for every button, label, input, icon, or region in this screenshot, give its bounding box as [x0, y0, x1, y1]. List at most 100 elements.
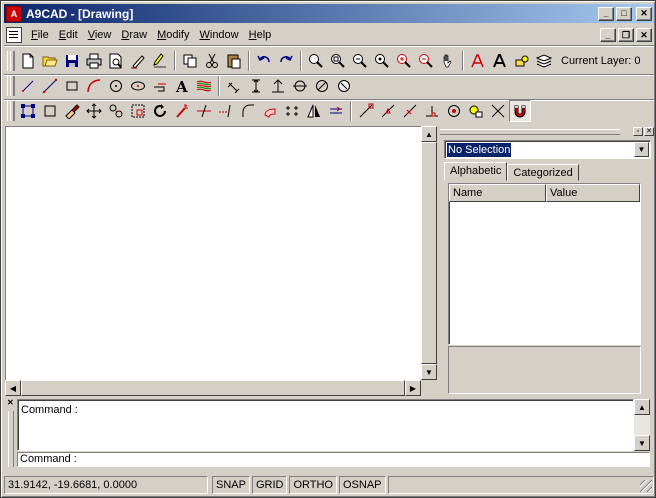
- offset-icon[interactable]: [259, 100, 281, 122]
- rectangle-icon[interactable]: [61, 75, 83, 97]
- hatch-icon[interactable]: [193, 75, 215, 97]
- array-icon[interactable]: [281, 100, 303, 122]
- select-icon[interactable]: [17, 100, 39, 122]
- zoom-out-icon[interactable]: [415, 50, 437, 72]
- snap-toggle[interactable]: SNAP: [212, 476, 250, 494]
- scroll-down-button[interactable]: ▼: [634, 435, 650, 451]
- snap-insert-icon[interactable]: [465, 100, 487, 122]
- dim-leader-icon[interactable]: [333, 75, 355, 97]
- scroll-left-button[interactable]: ◀: [5, 380, 21, 396]
- toolbar-grip[interactable]: [7, 76, 15, 96]
- zoom-extents-icon[interactable]: [371, 50, 393, 72]
- new-file-icon[interactable]: [17, 50, 39, 72]
- point-icon[interactable]: [17, 75, 39, 97]
- chevron-down-icon[interactable]: ▼: [634, 142, 649, 157]
- snap-perpendicular-icon[interactable]: [421, 100, 443, 122]
- menu-file[interactable]: File: [26, 29, 54, 41]
- snap-center-icon[interactable]: [443, 100, 465, 122]
- tab-categorized[interactable]: Categorized: [507, 164, 579, 181]
- close-icon[interactable]: ✕: [7, 399, 14, 407]
- layer-state-icon[interactable]: [511, 50, 533, 72]
- text-style-icon[interactable]: [467, 50, 489, 72]
- print-icon[interactable]: [83, 50, 105, 72]
- osnap-toggle[interactable]: OSNAP: [339, 476, 386, 494]
- command-history[interactable]: Command :: [17, 399, 634, 451]
- drawing-canvas[interactable]: [5, 126, 421, 380]
- selection-dropdown[interactable]: No Selection ▼: [444, 140, 651, 159]
- zoom-previous-icon[interactable]: [349, 50, 371, 72]
- mirror-icon[interactable]: [303, 100, 325, 122]
- undo-icon[interactable]: [253, 50, 275, 72]
- panel-close-button[interactable]: ✕: [644, 127, 654, 136]
- scroll-up-button[interactable]: ▲: [421, 126, 437, 142]
- toolbar-grip[interactable]: [7, 51, 15, 71]
- toolbar-grip[interactable]: [7, 101, 15, 121]
- pan-hand-icon[interactable]: [437, 50, 459, 72]
- dim-diameter-icon[interactable]: [311, 75, 333, 97]
- paste-icon[interactable]: [223, 50, 245, 72]
- scroll-up-button[interactable]: ▲: [634, 399, 650, 415]
- command-input[interactable]: Command :: [17, 452, 650, 467]
- doc-close-button[interactable]: ✕: [636, 28, 652, 42]
- circle-icon[interactable]: [105, 75, 127, 97]
- snap-endpoint-icon[interactable]: [355, 100, 377, 122]
- panel-grip[interactable]: [440, 129, 620, 135]
- zoom-window-icon[interactable]: [327, 50, 349, 72]
- polyline-icon[interactable]: [149, 75, 171, 97]
- print-preview-icon[interactable]: [105, 50, 127, 72]
- dim-angular-icon[interactable]: [267, 75, 289, 97]
- tab-alphabetic[interactable]: Alphabetic: [444, 162, 508, 181]
- menu-draw[interactable]: Draw: [116, 29, 152, 41]
- menu-view[interactable]: View: [83, 29, 117, 41]
- edit-pen-icon[interactable]: [149, 50, 171, 72]
- scroll-down-button[interactable]: ▼: [421, 364, 437, 380]
- column-header-value[interactable]: Value: [546, 184, 640, 202]
- doc-restore-button[interactable]: ❐: [618, 28, 634, 42]
- snap-intersection-icon[interactable]: [487, 100, 509, 122]
- copy-object-icon[interactable]: [105, 100, 127, 122]
- text-icon[interactable]: A: [171, 75, 193, 97]
- plot-icon[interactable]: [127, 50, 149, 72]
- document-icon[interactable]: [6, 27, 22, 43]
- snap-nearest-icon[interactable]: [399, 100, 421, 122]
- zoom-in-icon[interactable]: [393, 50, 415, 72]
- column-header-name[interactable]: Name: [449, 184, 546, 202]
- copy-icon[interactable]: [179, 50, 201, 72]
- dim-radius-icon[interactable]: [289, 75, 311, 97]
- menu-help[interactable]: Help: [244, 29, 277, 41]
- window-select-icon[interactable]: [39, 100, 61, 122]
- move-icon[interactable]: [83, 100, 105, 122]
- drawing-vertical-scrollbar[interactable]: ▲ ▼: [421, 126, 437, 380]
- snap-toggle-magnet-icon[interactable]: [509, 100, 531, 122]
- break-icon[interactable]: [325, 100, 347, 122]
- open-folder-icon[interactable]: [39, 50, 61, 72]
- grid-toggle[interactable]: GRID: [251, 476, 288, 494]
- trim-icon[interactable]: [193, 100, 215, 122]
- rotate-icon[interactable]: [149, 100, 171, 122]
- horizontal-scroll-thumb[interactable]: [21, 380, 405, 396]
- ortho-toggle[interactable]: ORTHO: [289, 476, 337, 494]
- scale-icon[interactable]: [127, 100, 149, 122]
- line-icon[interactable]: [39, 75, 61, 97]
- menu-modify[interactable]: Modify: [152, 29, 194, 41]
- layers-icon[interactable]: [533, 50, 555, 72]
- ellipse-icon[interactable]: [127, 75, 149, 97]
- panel-restore-button[interactable]: ▫: [633, 127, 643, 136]
- size-grip-icon[interactable]: [640, 480, 652, 492]
- dim-vertical-icon[interactable]: [245, 75, 267, 97]
- explode-icon[interactable]: [171, 100, 193, 122]
- erase-icon[interactable]: [61, 100, 83, 122]
- command-scrollbar[interactable]: ▲ ▼: [634, 399, 650, 451]
- property-grid[interactable]: Name Value: [448, 183, 641, 345]
- save-icon[interactable]: [61, 50, 83, 72]
- scroll-right-button[interactable]: ▶: [405, 380, 421, 396]
- close-button[interactable]: ✕: [636, 6, 652, 21]
- cut-icon[interactable]: [201, 50, 223, 72]
- extend-icon[interactable]: [215, 100, 237, 122]
- menu-edit[interactable]: Edit: [54, 29, 83, 41]
- dim-aligned-icon[interactable]: [223, 75, 245, 97]
- redo-icon[interactable]: [275, 50, 297, 72]
- a9cad-logo-icon[interactable]: A: [6, 5, 22, 22]
- menu-window[interactable]: Window: [194, 29, 243, 41]
- vertical-scroll-thumb[interactable]: [421, 142, 437, 364]
